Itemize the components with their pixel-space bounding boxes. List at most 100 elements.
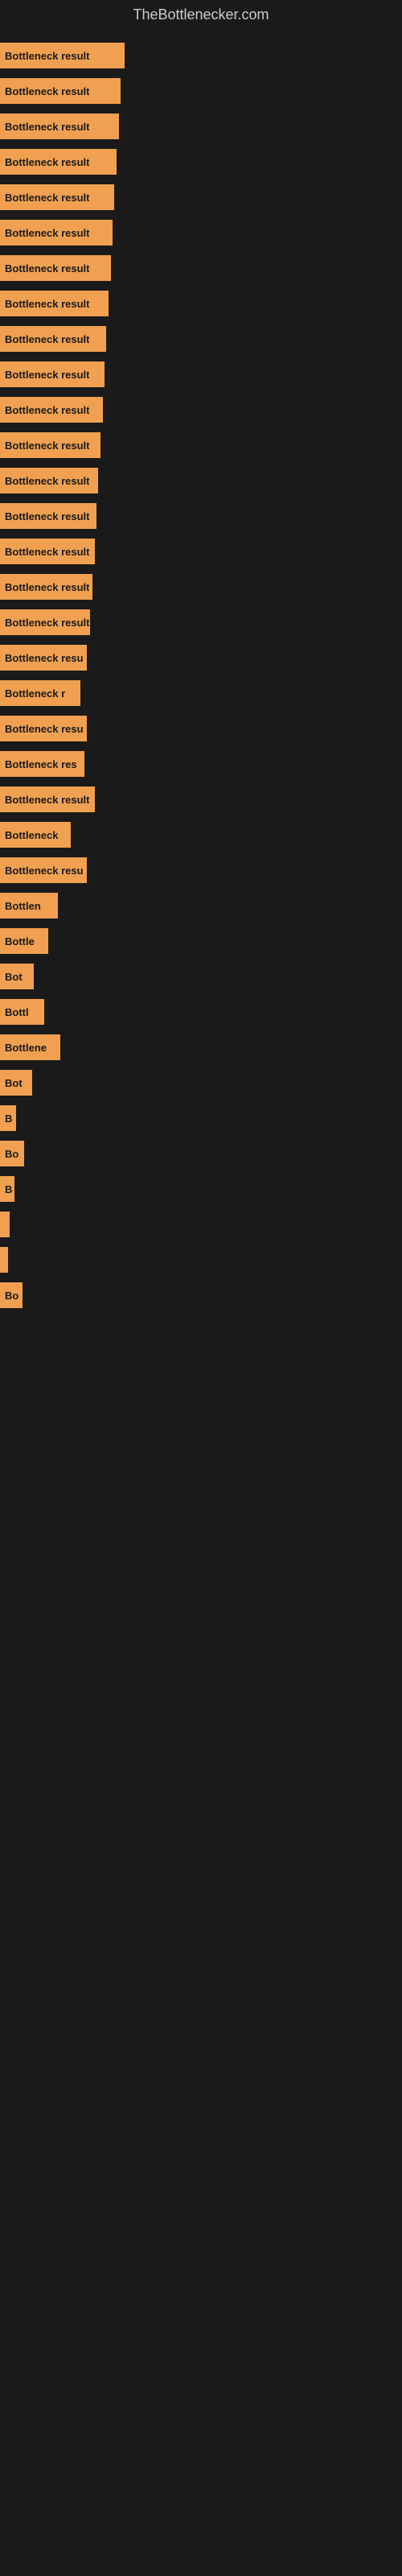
bar-34 (0, 1247, 8, 1273)
bar-label-29: Bot (5, 1077, 23, 1089)
bar-30: B (0, 1105, 16, 1131)
bar-33 (0, 1212, 10, 1237)
bar-8: Bottleneck result (0, 326, 106, 352)
bar-12: Bottleneck result (0, 468, 98, 493)
bar-label-2: Bottleneck result (5, 121, 89, 133)
bar-label-10: Bottleneck result (5, 404, 89, 416)
bar-27: Bottl (0, 999, 44, 1025)
bar-row: Bottleneck result (0, 250, 402, 286)
bar-3: Bottleneck result (0, 149, 117, 175)
bar-29: Bot (0, 1070, 32, 1096)
bar-row (0, 1207, 402, 1242)
bar-label-26: Bot (5, 971, 23, 983)
bar-row: Bottleneck resu (0, 640, 402, 675)
bar-21: Bottleneck result (0, 786, 95, 812)
bar-row: Bottleneck result (0, 534, 402, 569)
bar-label-21: Bottleneck result (5, 794, 89, 806)
bar-7: Bottleneck result (0, 291, 109, 316)
bar-row: Bottleneck result (0, 357, 402, 392)
bar-23: Bottleneck resu (0, 857, 87, 883)
bar-row: B (0, 1171, 402, 1207)
bar-label-35: Bo (5, 1290, 18, 1302)
bar-18: Bottleneck r (0, 680, 80, 706)
bar-label-30: B (5, 1113, 12, 1125)
bar-row: Bottleneck r (0, 675, 402, 711)
bar-row: Bottleneck result (0, 463, 402, 498)
bar-row: Bottleneck result (0, 427, 402, 463)
bar-22: Bottleneck (0, 822, 71, 848)
bar-row: Bottleneck result (0, 321, 402, 357)
bar-row: Bottleneck result (0, 605, 402, 640)
bar-label-11: Bottleneck result (5, 440, 89, 452)
bar-1: Bottleneck result (0, 78, 121, 104)
bar-label-28: Bottlene (5, 1042, 47, 1054)
bar-row: Bottleneck result (0, 38, 402, 73)
bar-31: Bo (0, 1141, 24, 1166)
bar-row: Bo (0, 1136, 402, 1171)
bar-label-25: Bottle (5, 935, 35, 947)
bar-4: Bottleneck result (0, 184, 114, 210)
bar-35: Bo (0, 1282, 23, 1308)
bar-16: Bottleneck result (0, 609, 90, 635)
bar-label-23: Bottleneck resu (5, 865, 84, 877)
bar-14: Bottleneck result (0, 539, 95, 564)
bar-row: Bottleneck result (0, 180, 402, 215)
bar-label-22: Bottleneck (5, 829, 58, 841)
bar-label-18: Bottleneck r (5, 687, 65, 700)
bar-row: Bo (0, 1278, 402, 1313)
bar-label-8: Bottleneck result (5, 333, 89, 345)
bar-0: Bottleneck result (0, 43, 125, 68)
bar-label-15: Bottleneck result (5, 581, 89, 593)
bar-row: Bottleneck result (0, 215, 402, 250)
bar-label-16: Bottleneck result (5, 617, 89, 629)
bar-13: Bottleneck result (0, 503, 96, 529)
bar-row: Bottleneck resu (0, 711, 402, 746)
bar-row: Bottleneck resu (0, 852, 402, 888)
bar-label-31: Bo (5, 1148, 18, 1160)
bar-label-14: Bottleneck result (5, 546, 89, 558)
bar-row: Bottlene (0, 1030, 402, 1065)
bar-label-13: Bottleneck result (5, 510, 89, 522)
bar-row: Bottleneck result (0, 392, 402, 427)
bar-label-4: Bottleneck result (5, 192, 89, 204)
bar-row: Bottl (0, 994, 402, 1030)
bar-label-17: Bottleneck resu (5, 652, 84, 664)
bars-container: Bottleneck result Bottleneck result Bottle… (0, 30, 402, 1321)
bar-row: Bottleneck result (0, 782, 402, 817)
bar-row: Bot (0, 959, 402, 994)
bar-label-32: B (5, 1183, 12, 1195)
bar-2: Bottleneck result (0, 114, 119, 139)
bar-label-27: Bottl (5, 1006, 29, 1018)
bar-5: Bottleneck result (0, 220, 113, 246)
bar-row: Bottleneck result (0, 144, 402, 180)
bar-9: Bottleneck result (0, 361, 105, 387)
bar-label-19: Bottleneck resu (5, 723, 84, 735)
bar-row: Bottleneck (0, 817, 402, 852)
bar-row: B (0, 1100, 402, 1136)
site-title: TheBottlenecker.com (0, 0, 402, 30)
bar-row: Bot (0, 1065, 402, 1100)
bar-label-12: Bottleneck result (5, 475, 89, 487)
bar-24: Bottlen (0, 893, 58, 919)
bar-20: Bottleneck res (0, 751, 84, 777)
bar-label-6: Bottleneck result (5, 262, 89, 275)
bar-row: Bottle (0, 923, 402, 959)
bar-25: Bottle (0, 928, 48, 954)
bar-row: Bottleneck result (0, 569, 402, 605)
bar-11: Bottleneck result (0, 432, 100, 458)
bar-row: Bottleneck result (0, 109, 402, 144)
bar-row: Bottlen (0, 888, 402, 923)
bar-label-24: Bottlen (5, 900, 41, 912)
bar-26: Bot (0, 964, 34, 989)
bar-6: Bottleneck result (0, 255, 111, 281)
bar-row: Bottleneck res (0, 746, 402, 782)
bar-19: Bottleneck resu (0, 716, 87, 741)
bar-label-5: Bottleneck result (5, 227, 89, 239)
bar-label-7: Bottleneck result (5, 298, 89, 310)
bar-row: Bottleneck result (0, 286, 402, 321)
bar-32: B (0, 1176, 14, 1202)
bar-10: Bottleneck result (0, 397, 103, 423)
bar-label-3: Bottleneck result (5, 156, 89, 168)
bar-row (0, 1242, 402, 1278)
bar-15: Bottleneck result (0, 574, 92, 600)
